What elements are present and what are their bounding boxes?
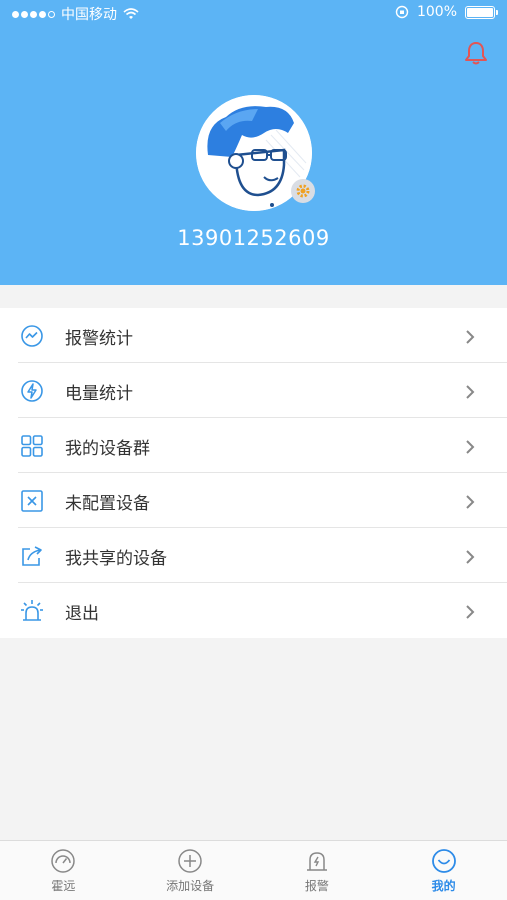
tab-bar: 霍远 添加设备 报警 我的 [0, 840, 507, 900]
chevron-right-icon [466, 605, 475, 619]
carrier-label: 中国移动 [61, 7, 117, 23]
chevron-right-icon [466, 550, 475, 564]
tab-label: 添加设备 [166, 879, 215, 893]
menu-item-label: 报警统计 [65, 329, 133, 349]
tab-add-device[interactable]: 添加设备 [127, 841, 254, 900]
plus-circle-icon [178, 849, 202, 873]
tab-alarm[interactable]: 报警 [254, 841, 381, 900]
tab-label: 霍远 [51, 879, 76, 893]
gear-icon [296, 184, 310, 198]
share-icon [22, 546, 42, 566]
tab-label: 报警 [304, 879, 329, 893]
signal-icon [12, 10, 55, 18]
menu-item-alarm-statistics[interactable]: 报警统计 [0, 308, 507, 363]
menu-item-power-statistics[interactable]: 电量统计 [0, 363, 507, 418]
wifi-icon [123, 8, 139, 19]
menu-item-label: 电量统计 [65, 384, 133, 404]
menu-item-unconfigured-devices[interactable]: 未配置设备 [0, 473, 507, 528]
battery-icon [465, 5, 498, 19]
menu-item-logout[interactable]: 退出 [0, 583, 507, 638]
profile-header: 13901252609 [0, 0, 507, 285]
menu-item-label: 我的设备群 [65, 439, 150, 459]
tab-me[interactable]: 我的 [380, 841, 507, 900]
alarm-light-icon [21, 600, 43, 621]
dashboard-icon [51, 849, 76, 873]
x-box-icon [21, 490, 43, 512]
phone-number: 13901252609 [177, 226, 330, 250]
bell-icon[interactable] [463, 40, 489, 66]
lightning-icon [21, 380, 43, 402]
grid-icon [21, 435, 43, 457]
tab-label: 我的 [431, 879, 456, 893]
smile-icon [431, 849, 456, 873]
chevron-right-icon [466, 495, 475, 509]
settings-badge[interactable] [291, 179, 315, 203]
menu-item-label: 我共享的设备 [65, 549, 167, 569]
menu-item-device-groups[interactable]: 我的设备群 [0, 418, 507, 473]
battery-text: 100% [416, 4, 457, 20]
trend-chart-icon [21, 325, 43, 347]
chevron-right-icon [466, 440, 475, 454]
menu-item-label: 未配置设备 [65, 494, 150, 514]
menu-item-shared-devices[interactable]: 我共享的设备 [0, 528, 507, 583]
alarm-icon [306, 852, 327, 871]
tab-home[interactable]: 霍远 [0, 841, 127, 900]
orientation-lock-icon [395, 5, 409, 19]
chevron-right-icon [466, 385, 475, 399]
status-bar: 中国移动 100% [0, 0, 507, 26]
menu-item-label: 退出 [65, 604, 99, 624]
menu-list: 报警统计 电量统计 我的设备群 未配置设备 我共享的设备 退出 [0, 308, 507, 638]
chevron-right-icon [466, 330, 475, 344]
